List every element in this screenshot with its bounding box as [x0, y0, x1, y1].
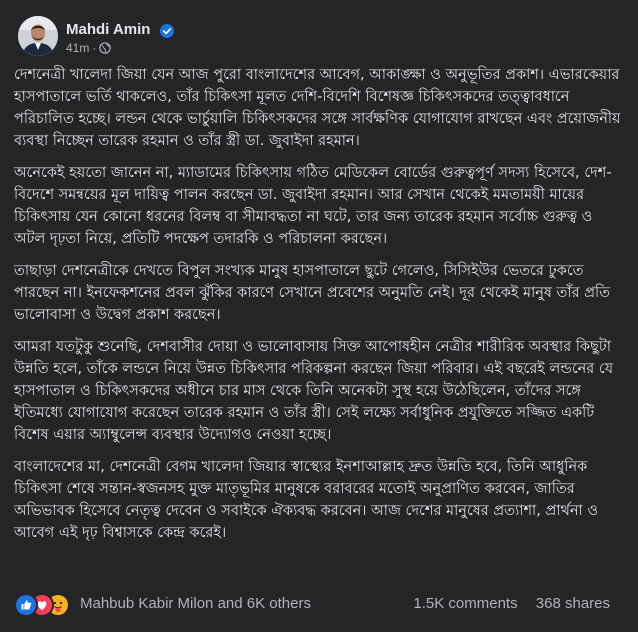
post-paragraph-2: অনেকেই হয়তো জানেন না, ম্যাডামের চিকিৎসা… — [14, 165, 612, 247]
author-name[interactable]: Mahdi Amin — [66, 21, 150, 38]
reactors-summary[interactable]: Mahbub Kabir Milon and 6K others — [80, 595, 311, 612]
engagement-counts: 1.5K comments 368 shares — [399, 595, 610, 612]
post-timestamp[interactable]: 41m — [66, 41, 89, 55]
shares-count[interactable]: 368 shares — [536, 595, 610, 612]
like-reaction-icon — [14, 593, 38, 617]
facebook-post: Mahdi Amin 41m · দেশনেত্রী খালেদা জিয়া য… — [0, 0, 638, 632]
comments-count[interactable]: 1.5K comments — [413, 595, 517, 612]
post-paragraph-5: বাংলাদেশের মা, দেশনেত্রী বেগম খালেদা জিয… — [14, 459, 599, 541]
post-paragraph-1: দেশনেত্রী খালেদা জিয়া যেন আজ পুরো বাংলা… — [14, 67, 621, 149]
verified-badge-icon — [159, 23, 174, 38]
meta-separator: · — [92, 41, 97, 55]
author-line: Mahdi Amin — [66, 19, 174, 39]
post-paragraph-3: তাছাড়া দেশনেত্রীকে দেখতে বিপুল সংখ্যক ম… — [14, 263, 611, 323]
post-footer: Mahbub Kabir Milon and 6K others 1.5K co… — [14, 592, 622, 618]
post-meta: 41m · — [66, 41, 112, 55]
author-avatar[interactable] — [18, 16, 58, 56]
reaction-icons[interactable] — [14, 593, 74, 617]
post-paragraph-4: আমরা যতটুকু শুনেছি, দেশবাসীর দোয়া ও ভাল… — [14, 339, 614, 443]
post-body: দেশনেত্রী খালেদা জিয়া যেন আজ পুরো বাংলা… — [14, 64, 622, 554]
globe-icon[interactable] — [99, 42, 112, 54]
post-header: Mahdi Amin 41m · — [14, 14, 614, 62]
